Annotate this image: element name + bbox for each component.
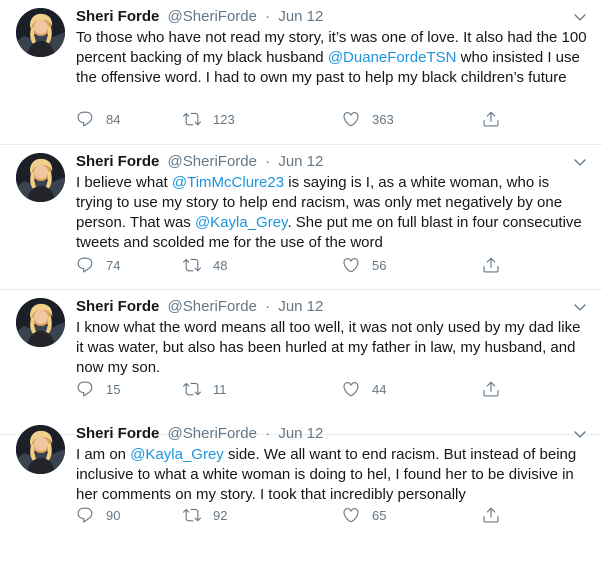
share-icon xyxy=(483,257,499,273)
share-button[interactable] xyxy=(482,255,500,275)
like-button[interactable]: 65 xyxy=(342,505,386,525)
tweet-actions: 90 92 65 xyxy=(76,505,506,525)
avatar[interactable] xyxy=(16,8,65,57)
reply-icon xyxy=(77,111,93,127)
share-button[interactable] xyxy=(482,505,500,525)
retweet-button[interactable]: 123 xyxy=(183,109,235,129)
reply-button[interactable]: 74 xyxy=(76,255,120,275)
reply-count: 84 xyxy=(106,111,121,127)
heart-icon xyxy=(343,382,359,397)
retweet-icon xyxy=(183,382,201,396)
heart-icon xyxy=(343,112,359,127)
retweet-count: 92 xyxy=(213,507,228,523)
like-count: 44 xyxy=(372,381,387,397)
avatar-photo xyxy=(16,153,65,202)
heart-icon xyxy=(343,508,359,523)
user-handle[interactable]: @SheriForde xyxy=(168,425,257,442)
share-icon xyxy=(483,381,499,397)
retweet-icon xyxy=(183,508,201,522)
avatar[interactable] xyxy=(16,425,65,474)
tweet-date[interactable]: Jun 12 xyxy=(278,153,323,170)
reply-icon xyxy=(77,381,93,397)
tweet[interactable]: Sheri Forde @SheriForde · Jun 12 I know … xyxy=(0,290,602,435)
user-name[interactable]: Sheri Forde xyxy=(76,8,159,25)
tweet[interactable]: Sheri Forde @SheriForde · Jun 12 I am on… xyxy=(0,417,602,562)
user-handle[interactable]: @SheriForde xyxy=(168,298,257,315)
chevron-down-icon[interactable] xyxy=(572,299,588,315)
share-icon xyxy=(483,111,499,127)
chevron-down-icon[interactable] xyxy=(572,154,588,170)
tweet-date[interactable]: Jun 12 xyxy=(278,298,323,315)
tweet-actions: 74 48 56 xyxy=(76,255,506,275)
retweet-button[interactable]: 48 xyxy=(183,255,227,275)
share-icon xyxy=(483,507,499,523)
tweet-thread: Sheri Forde @SheriForde · Jun 12 To thos… xyxy=(0,0,602,542)
tweet-text: I am on @Kayla_Grey side. We all want to… xyxy=(76,445,588,505)
tweet-header: Sheri Forde @SheriForde · Jun 12 xyxy=(76,7,323,27)
tweet-actions: 15 11 44 xyxy=(76,379,506,399)
reply-count: 74 xyxy=(106,257,121,273)
like-count: 363 xyxy=(372,111,394,127)
chevron-down-icon[interactable] xyxy=(572,426,588,442)
user-handle[interactable]: @SheriForde xyxy=(168,153,257,170)
tweet-text: To those who have not read my story, it’… xyxy=(76,28,588,88)
reply-button[interactable]: 84 xyxy=(76,109,120,129)
retweet-button[interactable]: 11 xyxy=(183,379,227,399)
avatar-photo xyxy=(16,8,65,57)
tweet-date[interactable]: Jun 12 xyxy=(278,8,323,25)
tweet-header: Sheri Forde @SheriForde · Jun 12 xyxy=(76,152,323,172)
avatar-photo xyxy=(16,425,65,474)
chevron-down-icon[interactable] xyxy=(572,9,588,25)
heart-icon xyxy=(343,258,359,273)
retweet-icon xyxy=(183,112,201,126)
tweet-actions: 84 123 363 xyxy=(76,109,506,129)
share-button[interactable] xyxy=(482,109,500,129)
like-button[interactable]: 44 xyxy=(342,379,386,399)
mention-link[interactable]: @Kayla_Grey xyxy=(195,214,287,231)
avatar[interactable] xyxy=(16,153,65,202)
reply-icon xyxy=(77,257,93,273)
tweet-text-segment: I believe what xyxy=(76,174,172,191)
separator: · xyxy=(265,153,271,170)
separator: · xyxy=(265,425,271,442)
share-button[interactable] xyxy=(482,379,500,399)
like-button[interactable]: 363 xyxy=(342,109,394,129)
retweet-count: 123 xyxy=(213,111,235,127)
separator: · xyxy=(265,8,271,25)
mention-link[interactable]: @TimMcClure23 xyxy=(172,174,284,191)
like-count: 56 xyxy=(372,257,387,273)
user-name[interactable]: Sheri Forde xyxy=(76,298,159,315)
tweet[interactable]: Sheri Forde @SheriForde · Jun 12 I belie… xyxy=(0,145,602,290)
user-name[interactable]: Sheri Forde xyxy=(76,425,159,442)
avatar-photo xyxy=(16,298,65,347)
mention-link[interactable]: @Kayla_Grey xyxy=(130,446,224,463)
tweet-text-segment: I am on xyxy=(76,446,131,463)
reply-count: 90 xyxy=(106,507,121,523)
retweet-icon xyxy=(183,258,201,272)
retweet-count: 11 xyxy=(213,381,227,397)
tweet[interactable]: Sheri Forde @SheriForde · Jun 12 To thos… xyxy=(0,0,602,145)
mention-link[interactable]: @DuaneFordeTSN xyxy=(328,49,457,66)
like-button[interactable]: 56 xyxy=(342,255,386,275)
tweet-text-segment: I know what the word means all too well,… xyxy=(76,319,581,376)
separator: · xyxy=(265,298,271,315)
tweet-text: I know what the word means all too well,… xyxy=(76,318,588,378)
retweet-button[interactable]: 92 xyxy=(183,505,227,525)
like-count: 65 xyxy=(372,507,387,523)
user-name[interactable]: Sheri Forde xyxy=(76,153,159,170)
user-handle[interactable]: @SheriForde xyxy=(168,8,257,25)
reply-icon xyxy=(77,507,93,523)
reply-count: 15 xyxy=(106,381,121,397)
tweet-header: Sheri Forde @SheriForde · Jun 12 xyxy=(76,424,323,444)
tweet-text: I believe what @TimMcClure23 is saying i… xyxy=(76,173,588,253)
avatar[interactable] xyxy=(16,298,65,347)
reply-button[interactable]: 15 xyxy=(76,379,120,399)
tweet-date[interactable]: Jun 12 xyxy=(278,425,323,442)
reply-button[interactable]: 90 xyxy=(76,505,120,525)
retweet-count: 48 xyxy=(213,257,228,273)
tweet-header: Sheri Forde @SheriForde · Jun 12 xyxy=(76,297,323,317)
